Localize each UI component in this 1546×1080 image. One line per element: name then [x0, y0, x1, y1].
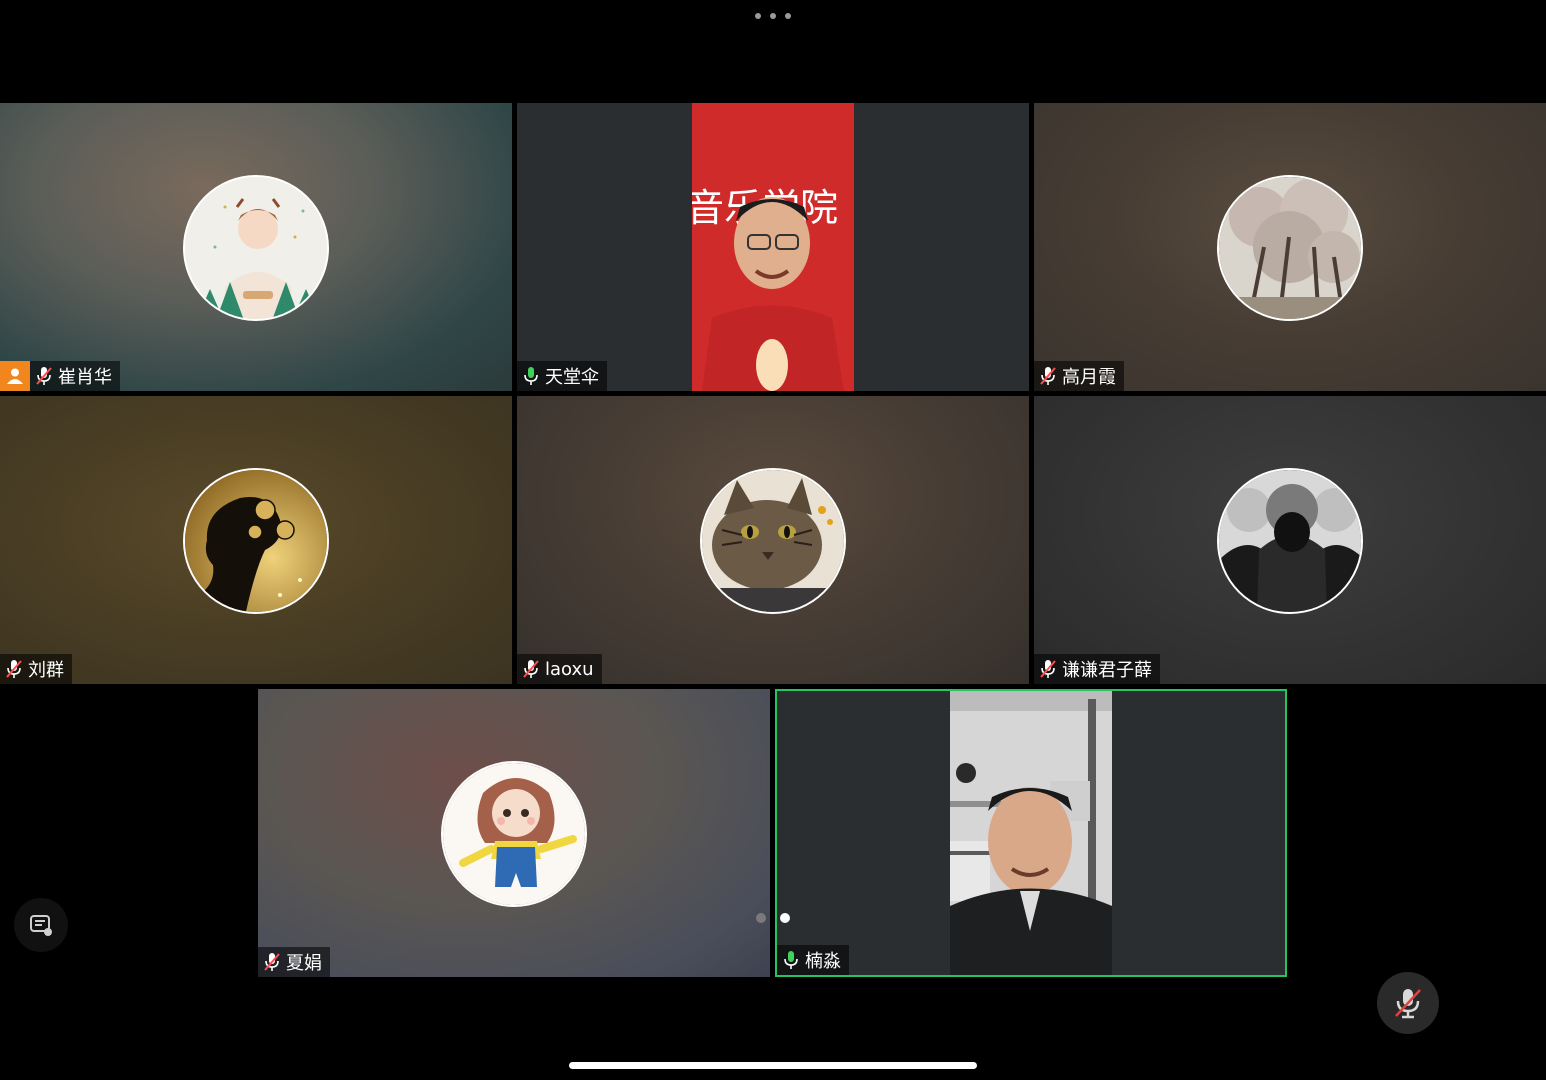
participant-avatar [441, 761, 587, 907]
participant-name: 天堂伞 [545, 367, 599, 388]
mic-on-icon [784, 951, 798, 969]
mic-on-icon [524, 367, 538, 385]
participant-tile[interactable]: 夏娟 [258, 689, 770, 977]
participant-tile[interactable]: 音乐学院 天堂伞 [517, 103, 1029, 391]
participant-tile[interactable]: 谦谦君子薛 [1034, 396, 1546, 684]
mic-muted-icon [1040, 367, 1056, 385]
participant-avatar [1217, 468, 1363, 614]
participant-name-tag: laoxu [517, 654, 602, 684]
more-options-icon[interactable] [755, 8, 791, 24]
page-indicator[interactable] [756, 913, 790, 923]
participant-name: laoxu [545, 658, 594, 680]
participant-tile[interactable]: 崔肖华 [0, 103, 512, 391]
mic-muted-icon [36, 367, 52, 385]
mic-off-icon [1395, 989, 1421, 1019]
participant-name: 夏娟 [286, 953, 322, 974]
participant-name-tag: 楠淼 [777, 945, 849, 975]
participant-avatar [700, 468, 846, 614]
home-indicator[interactable] [569, 1062, 977, 1069]
participant-name: 楠淼 [805, 951, 841, 972]
participant-name: 高月霞 [1062, 367, 1116, 388]
page-dot-current[interactable] [780, 913, 790, 923]
participant-avatar [183, 175, 329, 321]
mute-button[interactable] [1377, 972, 1439, 1034]
chat-button[interactable] [14, 898, 68, 952]
participant-name-tag: 谦谦君子薛 [1034, 654, 1160, 684]
participant-name-tag: 刘群 [0, 654, 72, 684]
mic-muted-icon [264, 953, 280, 971]
mic-muted-icon [523, 660, 539, 678]
participant-name: 崔肖华 [58, 367, 112, 388]
participant-name: 谦谦君子薛 [1062, 660, 1152, 681]
participant-video: 音乐学院 [692, 103, 854, 391]
participant-tile[interactable]: 高月霞 [1034, 103, 1546, 391]
page-dot[interactable] [756, 913, 766, 923]
participant-name-tag: 夏娟 [258, 947, 330, 977]
participant-avatar [183, 468, 329, 614]
participant-tile-active-speaker[interactable]: 楠淼 [775, 689, 1287, 977]
mic-muted-icon [1040, 660, 1056, 678]
participant-tile[interactable]: 刘群 [0, 396, 512, 684]
participant-avatar [1217, 175, 1363, 321]
mic-muted-icon [6, 660, 22, 678]
participant-name-tag: 高月霞 [1034, 361, 1124, 391]
participant-name-tag: 崔肖华 [30, 361, 120, 391]
participant-name-tag: 天堂伞 [517, 361, 607, 391]
participant-name: 刘群 [28, 660, 64, 681]
host-badge-icon [0, 361, 30, 391]
participant-tile[interactable]: laoxu [517, 396, 1029, 684]
participant-video [950, 691, 1112, 975]
chat-bubble-icon [30, 915, 52, 936]
